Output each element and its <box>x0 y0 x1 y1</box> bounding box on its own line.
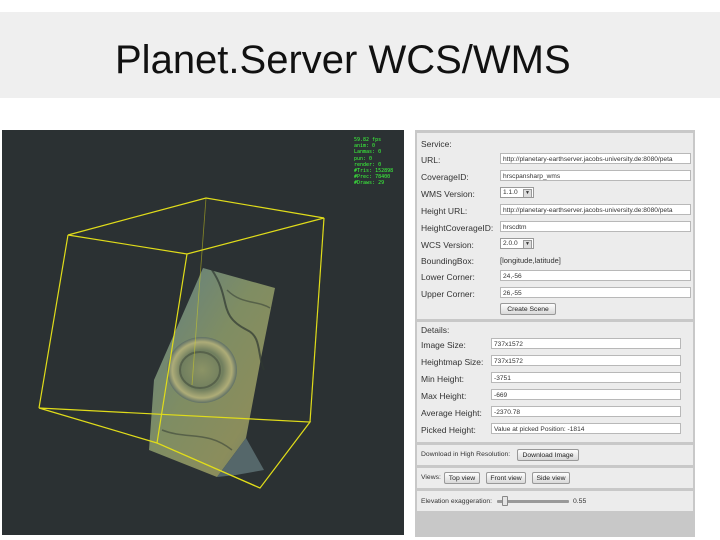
wcs-version-select[interactable]: 2.0.0 ▼ <box>500 238 534 249</box>
views-section: Views: Top view Front view Side view <box>417 468 693 488</box>
bounding-box-top <box>67 197 325 255</box>
url-label: URL: <box>421 155 441 165</box>
download-section: Download in High Resolution: Download Im… <box>417 445 693 465</box>
service-heading: Service: <box>421 139 452 149</box>
upper-corner-label: Upper Corner: <box>421 289 475 299</box>
coverage-input[interactable]: hrscpansharp_wms <box>500 170 691 181</box>
elevation-value: 0.55 <box>573 498 587 505</box>
max-height-field: -669 <box>491 389 681 400</box>
upper-corner-input[interactable]: 26,-55 <box>500 287 691 298</box>
crater <box>167 337 237 403</box>
chevron-down-icon: ▼ <box>523 240 532 249</box>
views-label: Views: <box>421 474 441 481</box>
elevation-slider-thumb[interactable] <box>501 496 508 506</box>
3d-viewer-canvas[interactable]: 59.82 fps anim: 0 Lanmas: 0 pun: 0 rende… <box>2 130 404 535</box>
details-heading: Details: <box>421 325 450 335</box>
picked-height-field: Value at picked Position: -1814 <box>491 423 681 434</box>
coverage-label: CoverageID: <box>421 172 469 182</box>
create-scene-button[interactable]: Create Scene <box>500 303 556 315</box>
wms-version-select[interactable]: 1.1.0 ▼ <box>500 187 534 198</box>
render-stats: 59.82 fps anim: 0 Lanmas: 0 pun: 0 rende… <box>354 137 393 187</box>
bbox-label: BoundingBox: <box>421 256 474 266</box>
height-coverage-label: HeightCoverageID: <box>421 223 494 233</box>
elevation-section: Elevation exaggeration: 0.55 <box>417 491 693 511</box>
url-input[interactable]: http://planetary-earthserver.jacobs-univ… <box>500 153 691 164</box>
height-url-input[interactable]: http://planetary-earthserver.jacobs-univ… <box>500 204 691 215</box>
height-coverage-input[interactable]: hrscdtm <box>500 221 691 232</box>
control-panel: Service: URL: http://planetary-earthserv… <box>415 130 695 537</box>
height-url-label: Height URL: <box>421 206 468 216</box>
avg-height-field: -2370.78 <box>491 406 681 417</box>
wcs-version-label: WCS Version: <box>421 240 474 250</box>
side-view-button[interactable]: Side view <box>532 472 570 484</box>
front-view-button[interactable]: Front view <box>486 472 526 484</box>
image-size-field: 737x1572 <box>491 338 681 349</box>
stat-line: #Draws: 29 <box>354 180 385 187</box>
chevron-down-icon: ▼ <box>523 189 532 198</box>
min-height-label: Min Height: <box>421 374 464 384</box>
wms-version-label: WMS Version: <box>421 189 475 199</box>
max-height-label: Max Height: <box>421 391 467 401</box>
details-section: Details: Image Size: 737x1572 Heightmap … <box>417 322 693 442</box>
slide-title: Planet.Server WCS/WMS <box>115 38 571 82</box>
heightmap-size-field: 737x1572 <box>491 355 681 366</box>
download-image-button[interactable]: Download Image <box>517 449 579 461</box>
wms-version-value: 1.1.0 <box>503 189 518 196</box>
wcs-version-value: 2.0.0 <box>503 240 518 247</box>
image-size-label: Image Size: <box>421 340 466 350</box>
top-view-button[interactable]: Top view <box>444 472 480 484</box>
service-section: Service: URL: http://planetary-earthserv… <box>417 133 693 319</box>
bbox-value: [longitude,latitude] <box>500 256 561 265</box>
min-height-field: -3751 <box>491 372 681 383</box>
terrain-scene <box>38 197 325 489</box>
elevation-label: Elevation exaggeration: <box>421 498 493 505</box>
avg-height-label: Average Height: <box>421 408 482 418</box>
lower-corner-input[interactable]: 24,-56 <box>500 270 691 281</box>
download-label: Download in High Resolution: <box>421 451 511 458</box>
heightmap-size-label: Heightmap Size: <box>421 357 484 367</box>
picked-height-label: Picked Height: <box>421 425 476 435</box>
lower-corner-label: Lower Corner: <box>421 272 475 282</box>
